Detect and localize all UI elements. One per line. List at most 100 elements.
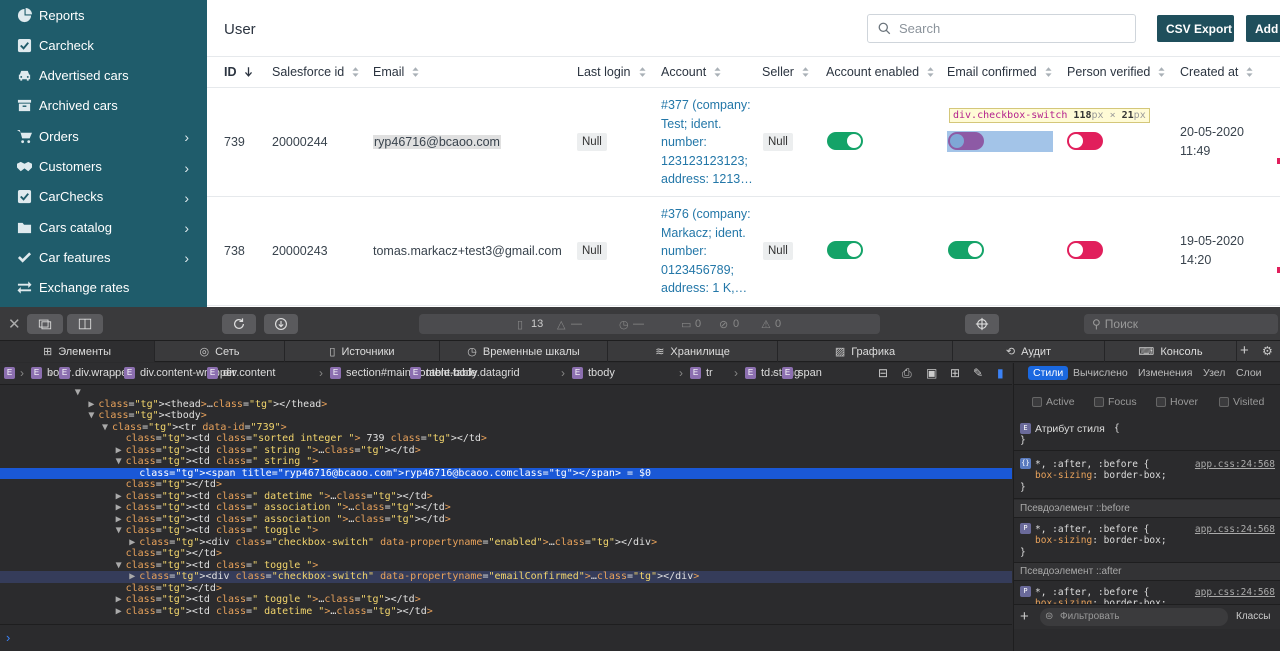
- dom-line[interactable]: ▼ class="tg"><td class=" toggle ">: [0, 560, 1012, 572]
- column-header-email-confirmed[interactable]: Email confirmed: [947, 65, 1052, 79]
- sort-icon[interactable]: [1246, 67, 1253, 77]
- collapsed-triangle-icon[interactable]: ▶: [116, 445, 126, 457]
- rule-source-link[interactable]: app.css:24:568: [1195, 459, 1275, 470]
- pseudo-state-focus[interactable]: Focus: [1094, 396, 1137, 408]
- breadcrumb-item[interactable]: Etbody: [572, 367, 615, 379]
- expanded-triangle-icon[interactable]: ▼: [116, 525, 126, 537]
- dom-line[interactable]: ▼ class="tg"><tbody>: [0, 410, 1012, 422]
- tab-storage[interactable]: ≋ Хранилище: [608, 341, 778, 362]
- collapsed-triangle-icon[interactable]: ▶: [116, 502, 126, 514]
- breadcrumb-item[interactable]: Espan: [782, 367, 822, 379]
- tab-network[interactable]: ◎ Сеть: [155, 341, 285, 362]
- sort-icon[interactable]: [1045, 67, 1052, 77]
- column-header-account[interactable]: Account: [661, 65, 721, 79]
- styles-tab-3[interactable]: Узел: [1203, 367, 1225, 379]
- sidebar-item-orders[interactable]: Orders ›: [0, 121, 207, 151]
- gear-icon[interactable]: ⚙: [1262, 344, 1273, 358]
- sort-icon[interactable]: [352, 67, 359, 77]
- pseudo-state-hover[interactable]: Hover: [1156, 396, 1198, 408]
- dom-line[interactable]: ▶ class="tg"><td class=" toggle ">…class=…: [0, 594, 1012, 606]
- classes-button[interactable]: Классы: [1236, 611, 1270, 622]
- column-header-created-at[interactable]: Created at: [1180, 65, 1253, 79]
- tab-graphics[interactable]: ▨ Графика: [778, 341, 953, 362]
- styles-tab-4[interactable]: Слои: [1236, 367, 1262, 379]
- sort-icon[interactable]: [638, 67, 646, 77]
- styles-tab-0[interactable]: Стили: [1028, 366, 1069, 380]
- person-verified-toggle[interactable]: [1067, 241, 1103, 259]
- print-icon[interactable]: ⎙: [902, 366, 912, 381]
- expanded-triangle-icon[interactable]: ▼: [102, 422, 112, 434]
- sort-icon[interactable]: [1158, 67, 1165, 77]
- breadcrumb-item[interactable]: Etr: [690, 367, 713, 379]
- account-link[interactable]: #376 (company: Markacz; ident. number: 0…: [661, 205, 756, 298]
- tab-sources[interactable]: ▯ Источники: [285, 341, 440, 362]
- sidebar-item-car-features[interactable]: Car features ›: [0, 242, 207, 272]
- brush-icon[interactable]: ✎: [973, 366, 983, 380]
- column-header-last-login[interactable]: Last login: [577, 65, 646, 79]
- expanded-triangle-icon[interactable]: ▼: [116, 456, 126, 468]
- sidebar-item-exchange-rates[interactable]: Exchange rates: [0, 273, 207, 303]
- search-box[interactable]: [867, 14, 1136, 43]
- grid-icon[interactable]: ⊞: [950, 366, 960, 380]
- download-button[interactable]: [264, 314, 298, 334]
- checkbox[interactable]: [1094, 397, 1104, 407]
- console-prompt[interactable]: ›: [0, 624, 1012, 651]
- rule-source-link[interactable]: app.css:24:568: [1195, 524, 1275, 535]
- screen-icon[interactable]: ▣: [926, 366, 937, 380]
- dom-line[interactable]: ▼: [0, 387, 1012, 399]
- expanded-triangle-icon[interactable]: ▼: [75, 387, 85, 399]
- collapsed-triangle-icon[interactable]: ▶: [88, 399, 98, 411]
- csv-export-button[interactable]: CSV Export: [1157, 15, 1234, 42]
- dom-line[interactable]: ▶ class="tg"><td class=" association ">…c…: [0, 514, 1012, 526]
- person-verified-toggle[interactable]: [1067, 132, 1103, 150]
- sort-icon[interactable]: [714, 67, 721, 77]
- dock-side-button[interactable]: [67, 314, 103, 334]
- sidebar-item-cars-catalog[interactable]: Cars catalog ›: [0, 212, 207, 242]
- expanded-triangle-icon[interactable]: ▼: [88, 410, 98, 422]
- account-enabled-toggle[interactable]: [827, 132, 863, 150]
- dom-line[interactable]: ▶ class="tg"><td class=" datetime ">…clas…: [0, 491, 1012, 503]
- dom-line[interactable]: class="tg"><td class="sorted integer "> …: [0, 433, 1012, 445]
- collapsed-triangle-icon[interactable]: ▶: [116, 514, 126, 526]
- sidebar-item-advertised-cars[interactable]: Advertised cars: [0, 61, 207, 91]
- collapsed-triangle-icon[interactable]: ▶: [116, 594, 126, 606]
- tab-audit[interactable]: ⟲ Аудит: [953, 341, 1105, 362]
- dom-line-selected[interactable]: class="tg"><span title="ryp46716@bcaoo.c…: [0, 467, 1012, 479]
- dom-line[interactable]: ▶ class="tg"><td class=" datetime ">…clas…: [0, 606, 1012, 618]
- table-row[interactable]: 739 20000244 ryp46716@bcaoo.com Null #377 (c…: [207, 88, 1280, 197]
- sort-icon[interactable]: [927, 67, 934, 77]
- sort-desc-icon[interactable]: [244, 67, 252, 77]
- styles-tab-1[interactable]: Вычислено: [1073, 367, 1128, 379]
- sidebar-item-carchecks[interactable]: CarChecks ›: [0, 182, 207, 212]
- table-row[interactable]: 738 20000243 tomas.markacz+test3@gmail.com…: [207, 197, 1280, 306]
- pseudo-state-active[interactable]: Active: [1032, 396, 1075, 408]
- search-input[interactable]: [899, 21, 1119, 36]
- styles-filter-input[interactable]: ⊜ Фильтровать: [1040, 608, 1228, 626]
- rule-source-link[interactable]: app.css:24:568: [1195, 587, 1275, 598]
- tab-timelines[interactable]: ◷ Временные шкалы: [440, 341, 608, 362]
- collapsed-triangle-icon[interactable]: ▶: [116, 606, 126, 618]
- reload-button[interactable]: [222, 314, 256, 334]
- collapsed-triangle-icon[interactable]: ▶: [116, 491, 126, 503]
- account-link[interactable]: #377 (company: Test; ident. number: 1231…: [661, 96, 756, 189]
- column-header-salesforce-id[interactable]: Salesforce id: [272, 65, 359, 79]
- column-header-account-enabled[interactable]: Account enabled: [826, 65, 934, 79]
- sort-icon[interactable]: [802, 67, 809, 77]
- collapsed-triangle-icon[interactable]: ▶: [129, 571, 139, 583]
- expanded-triangle-icon[interactable]: ▼: [116, 560, 126, 572]
- tab-console[interactable]: ⌨ Консоль: [1105, 341, 1237, 362]
- styles-tab-2[interactable]: Изменения: [1138, 367, 1192, 379]
- dom-line[interactable]: ▶ class="tg"><div class="checkbox-switch"…: [0, 571, 1012, 583]
- dom-line[interactable]: ▼ class="tg"><tr data-id="739">: [0, 422, 1012, 434]
- dom-line[interactable]: ▶ class="tg"><td class=" association ">…c…: [0, 502, 1012, 514]
- dock-window-button[interactable]: [27, 314, 63, 334]
- dom-line[interactable]: class="tg"></td>: [0, 548, 1012, 560]
- add-tab-icon[interactable]: +: [1240, 342, 1249, 359]
- close-icon[interactable]: ✕: [8, 315, 21, 333]
- checkbox[interactable]: [1032, 397, 1042, 407]
- add-rule-icon[interactable]: +: [1020, 608, 1029, 625]
- inspect-element-button[interactable]: [965, 314, 999, 334]
- column-header-email[interactable]: Email: [373, 65, 419, 79]
- devtools-search[interactable]: ⚲ Поиск: [1084, 314, 1278, 334]
- sidebar-toggle-icon[interactable]: ▮: [997, 366, 1004, 380]
